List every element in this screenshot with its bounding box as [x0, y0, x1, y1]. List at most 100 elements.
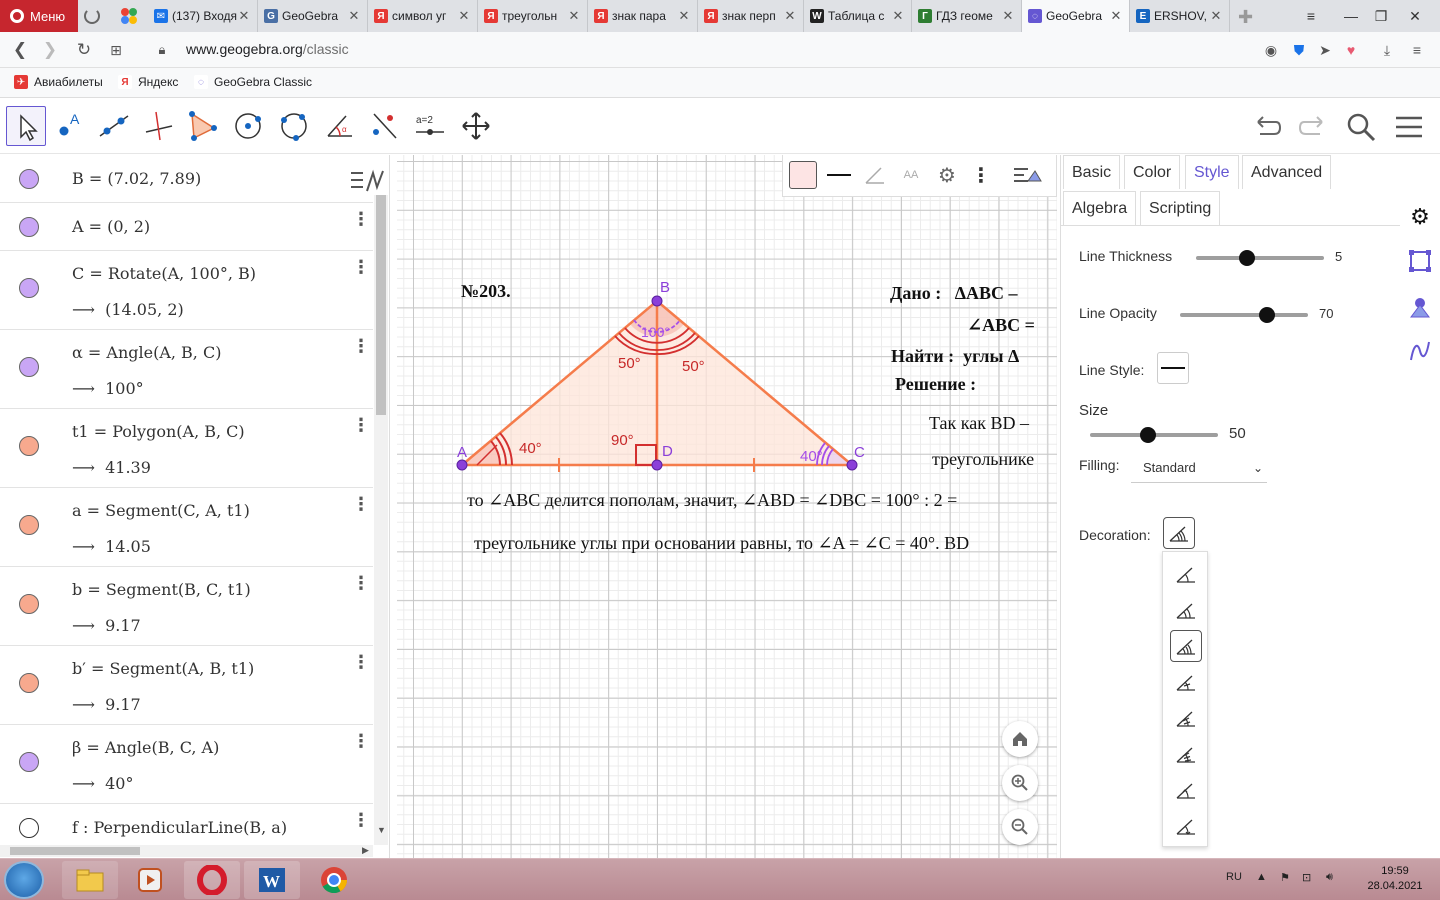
- algebra-input[interactable]: α = Angle(A, B, C): [72, 343, 221, 362]
- row-menu-icon[interactable]: ⋮: [352, 416, 370, 437]
- algebra-row[interactable]: t1 = Polygon(A, B, C) ⟶ 41.39 ⋮: [0, 409, 373, 488]
- flag-icon[interactable]: ⚑: [1280, 871, 1290, 884]
- graphics-settings-icon[interactable]: [1408, 249, 1432, 273]
- algebra-input[interactable]: C = Rotate(A, 100°, B): [72, 264, 256, 283]
- point-b[interactable]: [651, 295, 663, 307]
- algebra-settings-icon[interactable]: [1408, 339, 1432, 363]
- row-menu-icon[interactable]: ⋮: [352, 337, 370, 358]
- color-swatch-button[interactable]: [787, 159, 819, 191]
- point-tool[interactable]: A: [50, 106, 90, 146]
- line-opacity-slider[interactable]: [1180, 307, 1308, 323]
- tab-scripting[interactable]: Scripting: [1140, 191, 1221, 225]
- point-d[interactable]: [651, 459, 663, 471]
- line-style-button[interactable]: [823, 159, 855, 191]
- visibility-toggle-icon[interactable]: [19, 818, 39, 838]
- bookmark-yandex[interactable]: Я Яндекс: [118, 75, 178, 89]
- row-menu-icon[interactable]: ⋮: [352, 574, 370, 595]
- easy-setup-icon[interactable]: ≡: [1296, 0, 1326, 32]
- size-knob[interactable]: [1139, 427, 1156, 443]
- algebra-row[interactable]: b = Segment(B, C, t1) ⟶ 9.17 ⋮: [0, 567, 373, 646]
- tab-close-icon[interactable]: ✕: [567, 8, 581, 24]
- row-menu-icon[interactable]: ⋮: [352, 210, 370, 231]
- back-icon[interactable]: ❮: [8, 38, 32, 62]
- scroll-right-arrow-icon[interactable]: ▶: [362, 845, 369, 856]
- explorer-taskbar-icon[interactable]: [62, 861, 118, 899]
- browser-tab[interactable]: E ERSHOV, I ✕: [1130, 0, 1230, 32]
- decoration-dropdown[interactable]: [1163, 517, 1195, 549]
- angle-tool[interactable]: α: [320, 106, 360, 146]
- algebra-row[interactable]: β = Angle(B, C, A) ⟶ 40° ⋮: [0, 725, 373, 804]
- visibility-toggle-icon[interactable]: [19, 169, 39, 189]
- point-a[interactable]: [456, 459, 468, 471]
- angle-style-icon[interactable]: [859, 159, 891, 191]
- scrollbar-thumb[interactable]: [10, 847, 140, 855]
- slider-tool[interactable]: a=2: [410, 106, 450, 146]
- decoration-option-tick-one[interactable]: [1170, 666, 1202, 698]
- browser-tab[interactable]: Язнак пара ✕: [588, 0, 698, 32]
- visibility-toggle-icon[interactable]: [19, 436, 39, 456]
- tab-advanced[interactable]: Advanced: [1242, 155, 1332, 189]
- tab-close-icon[interactable]: ✕: [1109, 8, 1123, 24]
- algebra-input[interactable]: t1 = Polygon(A, B, C): [72, 422, 245, 441]
- algebra-input[interactable]: A = (0, 2): [72, 217, 150, 236]
- algebra-input[interactable]: a = Segment(C, A, t1): [72, 501, 250, 520]
- tab-close-icon[interactable]: ✕: [347, 8, 361, 24]
- undo-icon[interactable]: [1250, 110, 1284, 144]
- send-icon[interactable]: ➤: [1316, 41, 1334, 59]
- tab-algebra[interactable]: Algebra: [1063, 191, 1137, 225]
- algebra-row[interactable]: C = Rotate(A, 100°, B) ⟶ (14.05, 2) ⋮: [0, 251, 373, 330]
- visibility-toggle-icon[interactable]: [19, 278, 39, 298]
- start-button[interactable]: [4, 861, 44, 899]
- network-icon[interactable]: ⊡: [1302, 871, 1311, 884]
- line-style-dropdown[interactable]: [1157, 352, 1189, 384]
- language-indicator[interactable]: RU: [1226, 871, 1242, 883]
- decoration-option-tick-two[interactable]: [1170, 702, 1202, 734]
- algebra-row[interactable]: b′ = Segment(A, B, t1) ⟶ 9.17 ⋮: [0, 646, 373, 725]
- move-tool[interactable]: [6, 106, 46, 146]
- reflect-tool[interactable]: [364, 106, 404, 146]
- search-icon[interactable]: [1344, 110, 1378, 144]
- tab-close-icon[interactable]: ✕: [677, 8, 691, 24]
- scrollbar-thumb[interactable]: [376, 195, 386, 415]
- tray-expand-icon[interactable]: ▲: [1256, 871, 1267, 883]
- new-tab-icon[interactable]: ✚: [1238, 7, 1253, 28]
- tab-color[interactable]: Color: [1124, 155, 1181, 189]
- chrome-taskbar-icon[interactable]: [306, 861, 362, 899]
- size-slider[interactable]: [1090, 427, 1218, 443]
- tab-close-icon[interactable]: ✕: [1001, 8, 1015, 24]
- algebra-input[interactable]: b′ = Segment(A, B, t1): [72, 659, 254, 678]
- point-c[interactable]: [846, 459, 858, 471]
- browser-tab[interactable]: ◌ GeoGebra ✕: [1022, 0, 1130, 32]
- line-thickness-knob[interactable]: [1239, 250, 1256, 266]
- settings-gear-icon[interactable]: ⚙: [931, 159, 963, 191]
- algebra-row[interactable]: B = (7.02, 7.89): [0, 155, 373, 203]
- speed-dial-icon[interactable]: [120, 7, 138, 25]
- bookmark-geogebra[interactable]: ◌ GeoGebra Classic: [194, 75, 312, 89]
- more-options-icon[interactable]: ⋮: [965, 159, 997, 191]
- browser-tab[interactable]: W Таблица с ✕: [804, 0, 912, 32]
- media-player-taskbar-icon[interactable]: [122, 861, 178, 899]
- scroll-down-arrow-icon[interactable]: ▼: [377, 825, 386, 835]
- visibility-toggle-icon[interactable]: [19, 594, 39, 614]
- close-window-icon[interactable]: ✕: [1400, 0, 1430, 32]
- home-button[interactable]: [1002, 721, 1038, 757]
- row-menu-icon[interactable]: ⋮: [352, 495, 370, 516]
- decoration-option-three-arcs[interactable]: [1170, 630, 1202, 662]
- graphics-view[interactable]: A B C D 100° 50° 50° 40° 40° 90° №203. Д…: [397, 155, 1057, 858]
- forward-icon[interactable]: ❯: [38, 38, 62, 62]
- circle-center-tool[interactable]: [228, 106, 268, 146]
- row-menu-icon[interactable]: ⋮: [352, 732, 370, 753]
- text-size-icon[interactable]: AA: [895, 159, 927, 191]
- filling-select[interactable]: Standard ⌄: [1131, 453, 1267, 483]
- tab-close-icon[interactable]: ✕: [237, 8, 251, 24]
- circle-three-points-tool[interactable]: [274, 106, 314, 146]
- objects-settings-icon[interactable]: [1408, 295, 1432, 319]
- move-graphics-tool[interactable]: [456, 106, 496, 146]
- shield-icon[interactable]: ⛊: [1290, 41, 1308, 59]
- decoration-option-arrow-cw[interactable]: [1170, 810, 1202, 842]
- browser-tab[interactable]: G GeoGebra ✕: [258, 0, 368, 32]
- opera-taskbar-icon[interactable]: [184, 861, 240, 899]
- minimize-icon[interactable]: —: [1336, 0, 1366, 32]
- line-tool[interactable]: [94, 106, 134, 146]
- algebra-horizontal-scrollbar[interactable]: [0, 845, 373, 857]
